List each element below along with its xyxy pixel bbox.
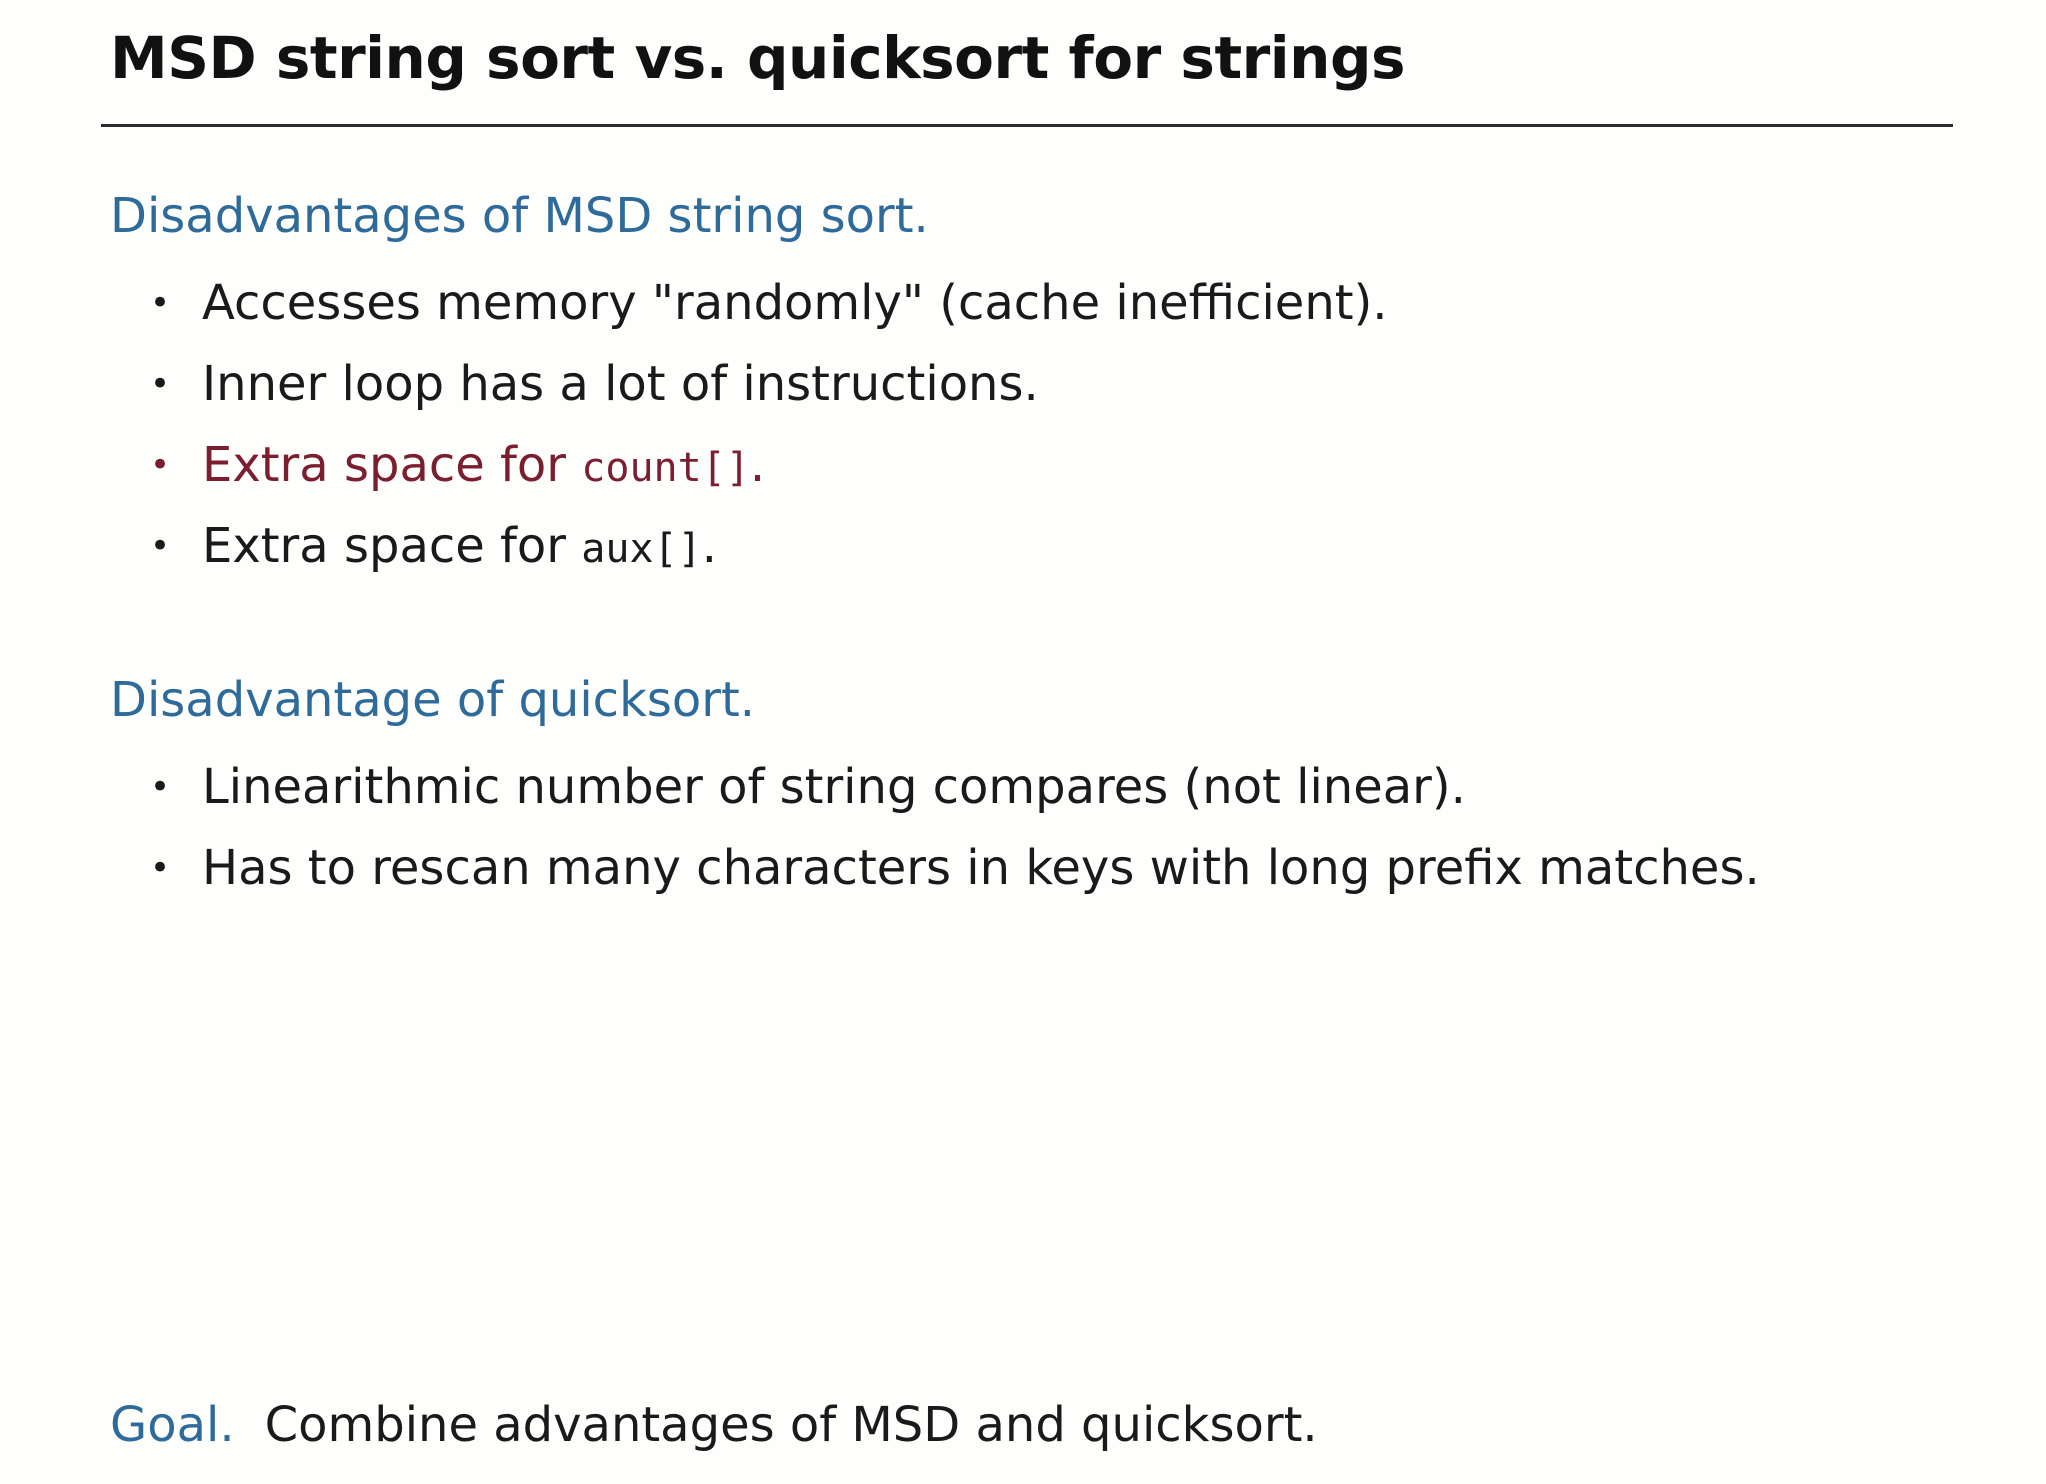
bullet-icon: •	[150, 525, 171, 566]
list-item: • Accesses memory "randomly" (cache inef…	[150, 262, 1388, 343]
list-item: • Linearithmic number of string compares…	[150, 746, 1760, 827]
bullet-icon: •	[150, 282, 171, 323]
list-item-text: Accesses memory "randomly" (cache ineffi…	[202, 274, 1388, 331]
bullet-icon: •	[150, 444, 171, 485]
msd-disadvantages-list: • Accesses memory "randomly" (cache inef…	[150, 262, 1388, 586]
list-item-prefix: Extra space for	[202, 517, 582, 574]
list-item-prefix: Extra space for	[202, 436, 582, 493]
section-heading-msd: Disadvantages of MSD string sort.	[110, 188, 929, 244]
goal-text: Combine advantages of MSD and quicksort.	[264, 1397, 1318, 1453]
goal-statement: Goal. Combine advantages of MSD and quick…	[110, 1397, 1318, 1453]
list-item: • Inner loop has a lot of instructions.	[150, 343, 1388, 424]
list-item-highlighted: • Extra space for count[].	[150, 424, 1388, 505]
list-item-text: Extra space for aux[].	[202, 518, 717, 574]
list-item-suffix: .	[701, 517, 717, 574]
slide: MSD string sort vs. quicksort for string…	[0, 0, 2046, 1484]
list-item: • Has to rescan many characters in keys …	[150, 827, 1760, 908]
slide-title: MSD string sort vs. quicksort for string…	[110, 24, 1405, 92]
list-item: • Extra space for aux[].	[150, 505, 1388, 586]
title-divider	[101, 124, 1953, 127]
goal-label: Goal.	[110, 1397, 235, 1453]
bullet-icon: •	[150, 847, 171, 888]
list-item-text: Has to rescan many characters in keys wi…	[202, 839, 1760, 896]
code-count: count[]	[581, 444, 750, 491]
quicksort-disadvantages-list: • Linearithmic number of string compares…	[150, 746, 1760, 908]
code-aux: aux[]	[581, 525, 702, 572]
bullet-icon: •	[150, 363, 171, 404]
list-item-suffix: .	[749, 436, 766, 493]
list-item-text: Extra space for count[].	[202, 437, 765, 493]
list-item-text: Inner loop has a lot of instructions.	[202, 355, 1039, 412]
section-heading-quicksort: Disadvantage of quicksort.	[110, 672, 756, 728]
bullet-icon: •	[150, 766, 171, 807]
list-item-text: Linearithmic number of string compares (…	[202, 758, 1466, 815]
